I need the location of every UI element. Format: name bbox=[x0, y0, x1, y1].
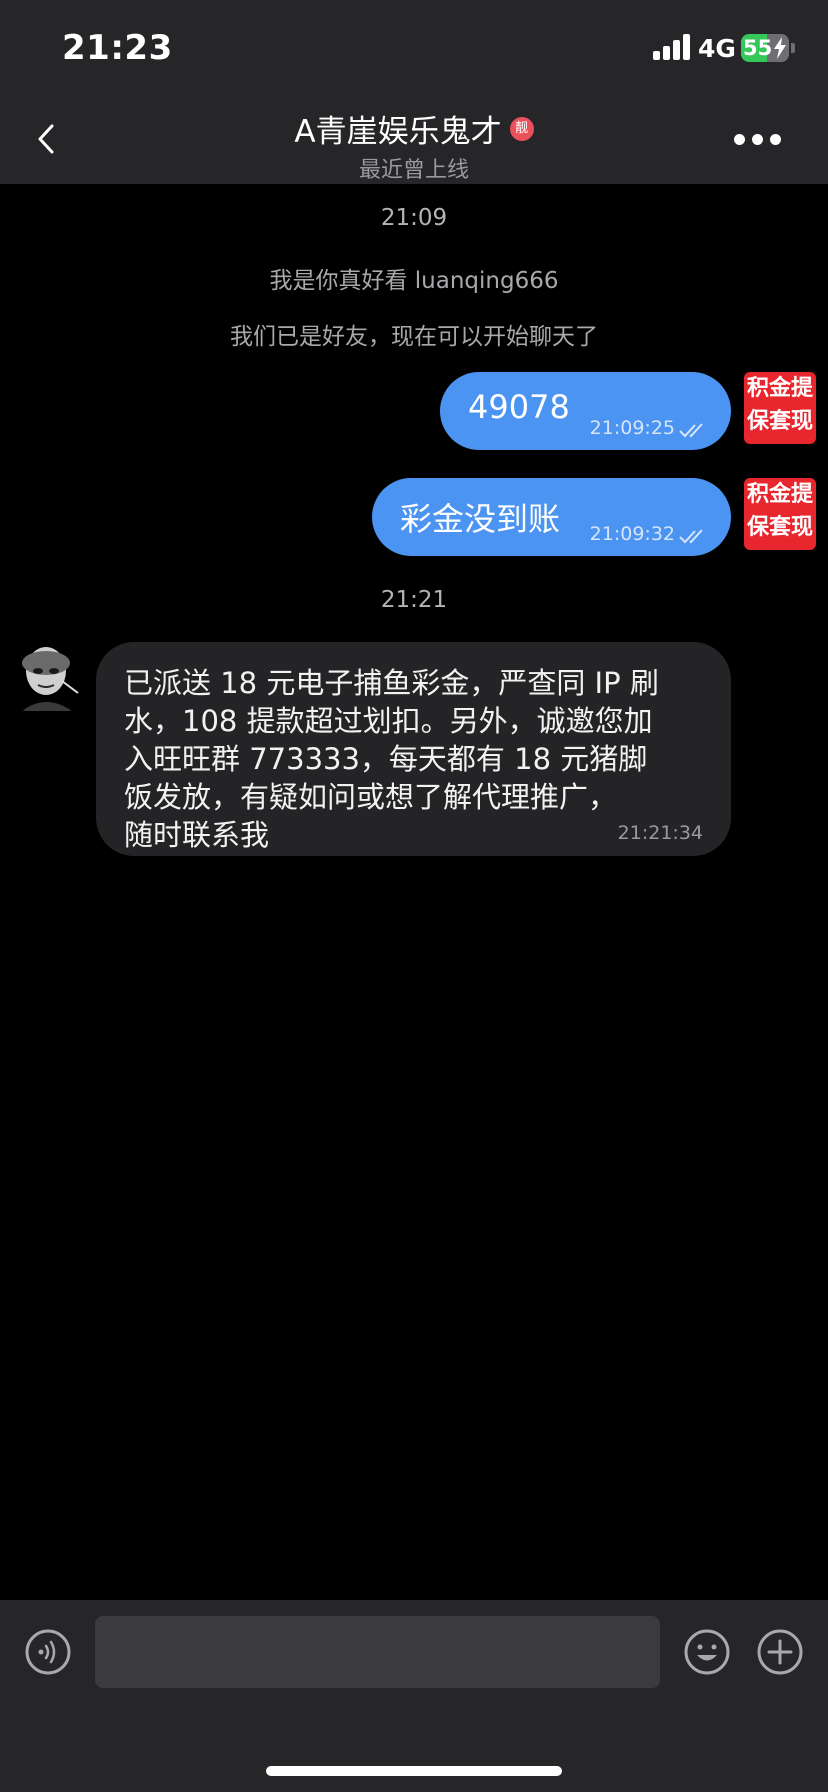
message-time: 21:21:34 bbox=[617, 822, 703, 844]
status-time: 21:23 bbox=[62, 28, 173, 68]
more-button[interactable] bbox=[730, 124, 786, 154]
emoji-icon bbox=[684, 1629, 730, 1675]
signal-icon bbox=[653, 34, 691, 60]
avatar-image bbox=[12, 641, 82, 711]
sticker-text: 保套现 bbox=[746, 409, 813, 434]
incoming-message[interactable]: 已派送 18 元电子捕鱼彩金，严查同 IP 刷水，108 提款超过划扣。另外，诚… bbox=[96, 642, 731, 856]
read-check-icon bbox=[679, 423, 703, 438]
voice-icon bbox=[25, 1629, 71, 1675]
badge-icon: 靓 bbox=[509, 116, 534, 141]
sticker-text: 保套现 bbox=[746, 515, 813, 540]
message-time: 21:09:32 bbox=[589, 523, 675, 545]
chat-header: A青崖娱乐鬼才靓 最近曾上线 bbox=[0, 96, 828, 184]
read-check-icon bbox=[679, 529, 703, 544]
time-divider: 21:09 bbox=[380, 205, 448, 231]
battery-nub bbox=[791, 43, 795, 53]
time-divider: 21:21 bbox=[380, 587, 448, 613]
message-input[interactable] bbox=[95, 1616, 660, 1688]
plus-icon bbox=[757, 1629, 803, 1675]
system-message: 我们已是好友，现在可以开始聊天了 bbox=[230, 324, 598, 350]
online-status: 最近曾上线 bbox=[358, 158, 469, 183]
input-bar bbox=[0, 1600, 828, 1792]
title-row: A青崖娱乐鬼才靓 bbox=[0, 106, 828, 151]
system-message: 我是你真好看 luanqing666 bbox=[269, 268, 559, 294]
outgoing-message[interactable]: 彩金没到账 21:09:32 bbox=[372, 478, 731, 556]
message-text: 彩金没到账 bbox=[400, 500, 561, 538]
battery-level: 55 bbox=[743, 36, 773, 60]
sticker-text: 积金提 bbox=[746, 482, 813, 507]
voice-button[interactable] bbox=[24, 1628, 72, 1676]
sticker-image[interactable]: 积金提 保套现 bbox=[744, 372, 816, 444]
message-line: 已派送 18 元电子捕鱼彩金，严查同 IP 刷 bbox=[124, 666, 659, 700]
plus-button[interactable] bbox=[756, 1628, 804, 1676]
message-text: 49078 bbox=[468, 388, 570, 426]
battery-icon: 55 bbox=[741, 34, 789, 62]
home-indicator[interactable] bbox=[266, 1766, 562, 1776]
message-time: 21:09:25 bbox=[589, 417, 675, 439]
chat-title: A青崖娱乐鬼才 bbox=[294, 114, 502, 150]
charging-bolt-icon bbox=[774, 37, 786, 59]
ellipsis-icon bbox=[734, 134, 745, 145]
message-line: 饭发放，有疑如问或想了解代理推广， bbox=[124, 780, 618, 814]
avatar[interactable] bbox=[12, 641, 82, 711]
outgoing-message[interactable]: 49078 21:09:25 bbox=[440, 372, 731, 450]
emoji-button[interactable] bbox=[683, 1628, 731, 1676]
sticker-image[interactable]: 积金提 保套现 bbox=[744, 478, 816, 550]
message-line: 入旺旺群 773333，每天都有 18 元猪脚 bbox=[124, 742, 648, 776]
sticker-text: 积金提 bbox=[746, 376, 813, 401]
message-list[interactable]: 21:09 我是你真好看 luanqing666 我们已是好友，现在可以开始聊天… bbox=[0, 184, 828, 1600]
message-line: 水，108 提款超过划扣。另外，诚邀您加 bbox=[124, 704, 653, 738]
network-label: 4G bbox=[698, 34, 736, 63]
status-bar: 21:23 4G 55 bbox=[0, 0, 828, 96]
